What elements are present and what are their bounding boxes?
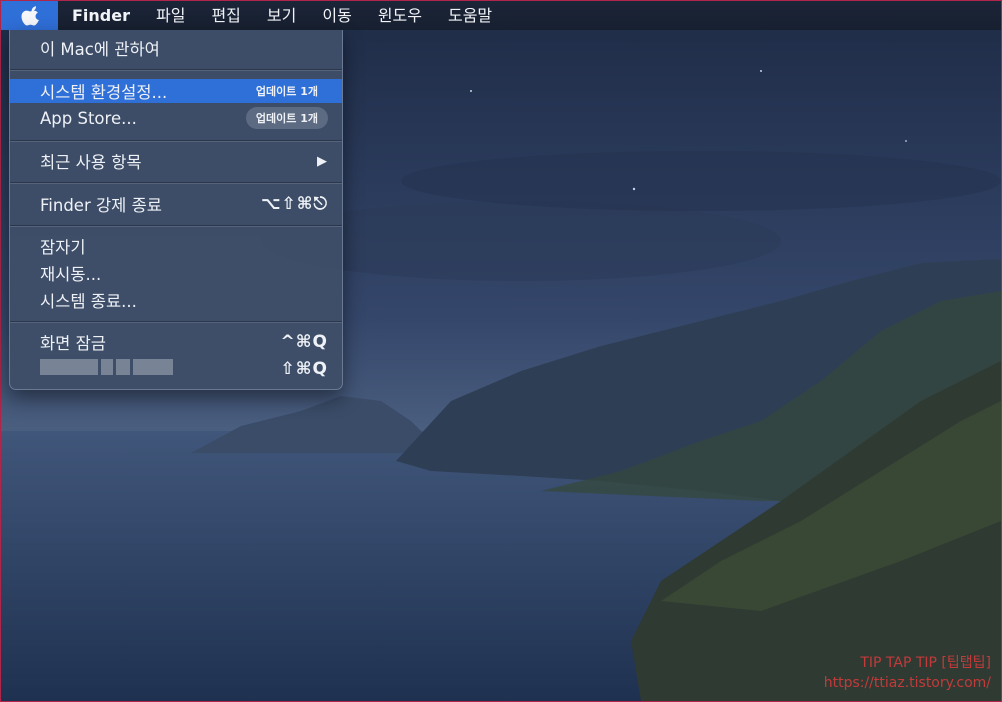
log-out-shortcut: ⇧⌘Q: [280, 359, 328, 379]
menu-item-sleep[interactable]: 잠자기: [10, 234, 342, 258]
watermark: TIP TAP TIP [팁탭팁] https://ttiaz.tistory.…: [824, 653, 991, 693]
menu-item-shutdown[interactable]: 시스템 종료...: [10, 288, 342, 312]
menu-item-app-store[interactable]: App Store... 업데이트 1개: [10, 106, 342, 130]
restart-label: 재시동...: [40, 265, 102, 284]
apple-menu-dropdown: 이 Mac에 관하여 시스템 환경설정... 업데이트 1개 App Store…: [9, 30, 343, 390]
watermark-url: https://ttiaz.tistory.com/: [823, 675, 991, 691]
submenu-arrow-icon: ▶: [317, 153, 328, 169]
force-quit-label: Finder 강제 종료: [40, 196, 162, 215]
update-badge: 업데이트 1개: [255, 85, 318, 98]
system-prefs-label: 시스템 환경설정...: [40, 83, 168, 102]
menu-item-log-out[interactable]: ⇧⌘Q: [10, 357, 342, 381]
menu-separator: [10, 225, 342, 227]
menu-item-about-this-mac[interactable]: 이 Mac에 관하여: [10, 36, 342, 60]
menu-file[interactable]: 파일: [143, 1, 198, 30]
menu-window[interactable]: 윈도우: [365, 1, 435, 30]
menu-help[interactable]: 도움말: [435, 1, 505, 30]
apple-menu-button[interactable]: [1, 1, 58, 30]
force-quit-shortcut: ⌥⇧⌘⎋: [260, 194, 328, 214]
lock-screen-label: 화면 잠금: [40, 334, 106, 353]
update-badge: 업데이트 1개: [245, 107, 328, 129]
recent-items-label: 최근 사용 항목: [40, 153, 142, 172]
menu-separator: [10, 69, 342, 71]
menu-item-force-quit[interactable]: Finder 강제 종료 ⌥⇧⌘⎋: [10, 192, 342, 216]
menu-item-recent-items[interactable]: 최근 사용 항목 ▶: [10, 149, 342, 173]
about-label: 이 Mac에 관하여: [40, 40, 160, 59]
sleep-label: 잠자기: [40, 238, 86, 257]
menu-item-system-preferences[interactable]: 시스템 환경설정... 업데이트 1개: [10, 79, 342, 103]
lock-screen-shortcut: ^⌘Q: [280, 332, 328, 352]
menu-go[interactable]: 이동: [309, 1, 364, 30]
menu-separator: [10, 321, 342, 323]
apple-logo-icon: [21, 6, 39, 26]
menu-item-restart[interactable]: 재시동...: [10, 261, 342, 285]
redacted-username: [40, 359, 188, 375]
menu-view[interactable]: 보기: [254, 1, 309, 30]
shutdown-label: 시스템 종료...: [40, 292, 137, 311]
menu-item-lock-screen[interactable]: 화면 잠금 ^⌘Q: [10, 330, 342, 354]
menu-edit[interactable]: 편집: [198, 1, 253, 30]
log-out-label-redacted: [40, 359, 281, 379]
watermark-title: TIP TAP TIP [팁탭팁]: [860, 655, 991, 671]
app-store-label: App Store...: [40, 108, 137, 128]
menu-bar: Finder 파일 편집 보기 이동 윈도우 도움말: [1, 1, 1001, 30]
menu-finder[interactable]: Finder: [58, 1, 143, 30]
menu-separator: [10, 182, 342, 184]
menu-separator: [10, 140, 342, 142]
